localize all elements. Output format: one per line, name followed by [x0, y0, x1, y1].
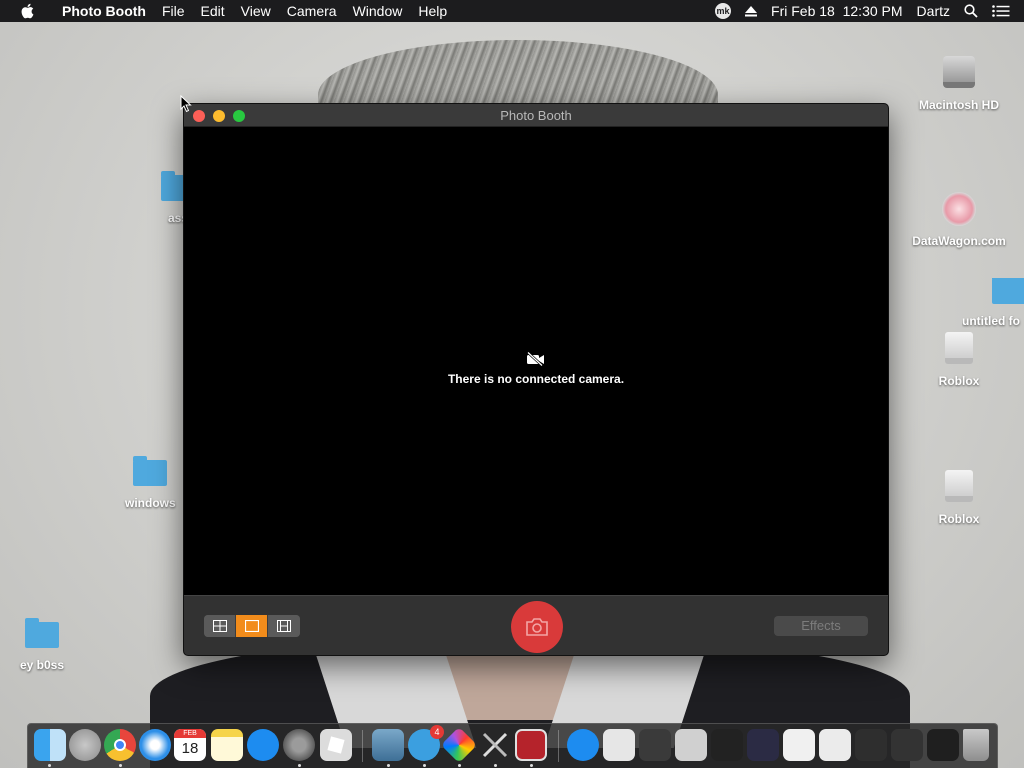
thumbnail-9[interactable] [891, 729, 923, 761]
roblox-icon[interactable] [320, 729, 352, 761]
dock: FEB 18 4 [27, 723, 998, 768]
folder-icon [25, 618, 60, 648]
thumbnail-7[interactable] [819, 729, 851, 761]
running-indicator [48, 764, 51, 767]
thumbnail-10[interactable] [927, 729, 959, 761]
safari-icon[interactable] [139, 729, 171, 761]
thumbnail-6[interactable] [783, 729, 815, 761]
desktop-icon-label: DataWagon.com [912, 234, 1006, 248]
menu-file[interactable]: File [154, 3, 193, 19]
menu-window[interactable]: Window [345, 3, 411, 19]
movie-layout-button[interactable] [268, 615, 300, 637]
thumbnail-3[interactable] [675, 729, 707, 761]
clock[interactable]: Fri Feb 18 12:30 PM [771, 3, 903, 19]
no-camera-message: There is no connected camera. [447, 372, 625, 386]
color-picker-icon[interactable] [440, 726, 478, 764]
system-preferences-icon[interactable] [283, 729, 315, 761]
apple-menu-icon[interactable] [20, 3, 42, 19]
calendar-day: 18 [181, 740, 199, 757]
user-name[interactable]: Dartz [917, 3, 950, 19]
desktop-roblox-drive-2[interactable]: Roblox [932, 470, 986, 526]
desktop-datawagon[interactable]: DataWagon.com [905, 192, 1013, 248]
single-frame-icon [244, 620, 259, 632]
photo-booth-toolbar: Effects [184, 595, 888, 655]
thumbnail-8[interactable] [855, 729, 887, 761]
menu-view[interactable]: View [233, 3, 279, 19]
desktop-icon-label: windows [125, 496, 176, 510]
window-titlebar[interactable]: Photo Booth [184, 104, 888, 127]
thumbnail-2[interactable] [639, 729, 671, 761]
desktop-icon-label: untitled fo [962, 314, 1020, 328]
thumbnail-1[interactable] [603, 729, 635, 761]
dock-separator [558, 730, 559, 762]
photo-booth-window: Photo Booth There is no connected camera… [183, 103, 889, 656]
mk-icon[interactable]: 4 [408, 725, 444, 761]
film-strip-icon [277, 620, 291, 632]
effects-button[interactable]: Effects [774, 616, 868, 636]
single-photo-layout-button[interactable] [236, 615, 268, 637]
menu-help[interactable]: Help [410, 3, 455, 19]
camera-off-icon [527, 352, 544, 366]
folder-icon [992, 278, 1024, 304]
tools-icon[interactable] [479, 729, 511, 761]
finder-icon[interactable] [34, 729, 66, 761]
drive-icon [945, 332, 973, 364]
running-indicator [387, 764, 390, 767]
notification-badge: 4 [430, 725, 444, 739]
desktop-icon-label: Roblox [938, 374, 980, 388]
desktop-roblox-drive-1[interactable]: Roblox [932, 332, 986, 388]
take-photo-button[interactable] [511, 601, 563, 653]
running-indicator [119, 764, 122, 767]
thumbnail-4[interactable] [711, 729, 743, 761]
running-indicator [458, 764, 461, 767]
folder-icon [133, 456, 168, 486]
layout-mode-selector [204, 615, 300, 637]
desktop-folder-windows[interactable]: windows [125, 456, 176, 510]
trash-icon[interactable] [963, 729, 989, 761]
app-store-download-icon[interactable] [567, 729, 599, 761]
drive-icon [945, 470, 973, 502]
running-indicator [530, 764, 533, 767]
desktop-folder-ey-b0ss[interactable]: ey b0ss [20, 618, 65, 672]
window-title: Photo Booth [500, 108, 572, 123]
spotlight-search-icon[interactable] [964, 4, 978, 18]
photo-booth-icon[interactable] [515, 729, 547, 761]
thumbnail-5[interactable] [747, 729, 779, 761]
four-up-layout-button[interactable] [204, 615, 236, 637]
menu-bar: Photo Booth File Edit View Camera Window… [0, 0, 1024, 22]
launchpad-icon[interactable] [69, 729, 101, 761]
calendar-icon[interactable]: FEB 18 [174, 729, 206, 761]
status-area: mk Fri Feb 18 12:30 PM Dartz [715, 0, 1024, 22]
dock-separator [362, 730, 363, 762]
desktop-icon-label: Macintosh HD [918, 98, 999, 112]
grid-icon [212, 620, 227, 632]
no-camera-message-area: There is no connected camera. [184, 352, 888, 386]
camera-icon [526, 618, 548, 636]
menu-camera[interactable]: Camera [279, 3, 345, 19]
camera-viewport: There is no connected camera. [184, 127, 888, 595]
mouse-cursor-icon [180, 95, 192, 113]
datawagon-app-icon [942, 192, 976, 226]
running-indicator [423, 764, 426, 767]
chrome-icon[interactable] [104, 729, 136, 761]
eject-icon[interactable] [745, 5, 758, 17]
desktop-macintosh-hd[interactable]: Macintosh HD [912, 56, 1006, 112]
menu-app-name[interactable]: Photo Booth [54, 3, 154, 19]
preview-icon[interactable] [372, 729, 404, 761]
notes-icon[interactable] [211, 729, 243, 761]
desktop-folder-untitled[interactable]: untitled fo [962, 278, 1024, 328]
mk-status-icon[interactable]: mk [715, 3, 732, 19]
menu-edit[interactable]: Edit [193, 3, 233, 19]
running-indicator [298, 764, 301, 767]
calendar-month: FEB [174, 729, 206, 738]
desktop-icon-label: ey b0ss [20, 658, 65, 672]
notification-center-icon[interactable] [992, 5, 1010, 17]
app-store-icon[interactable] [247, 729, 279, 761]
running-indicator [494, 764, 497, 767]
hard-drive-icon [943, 56, 975, 88]
desktop-icon-label: Roblox [938, 512, 980, 526]
